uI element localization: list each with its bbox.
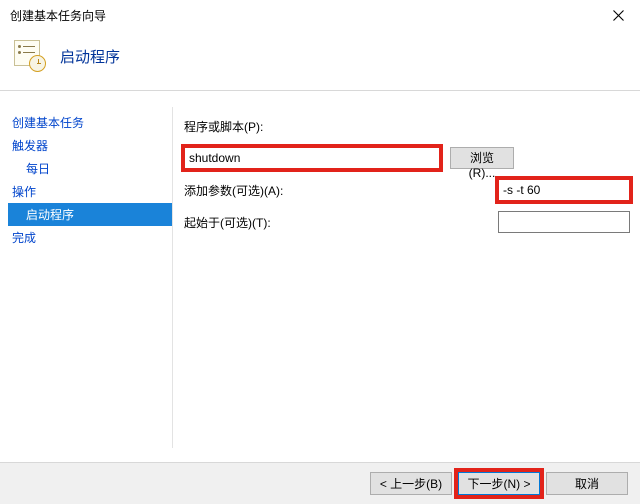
sidebar-item-start-program[interactable]: 启动程序	[8, 203, 172, 226]
sidebar-item-trigger[interactable]: 触发器	[8, 134, 172, 157]
sidebar-item-action[interactable]: 操作	[8, 180, 172, 203]
footer: < 上一步(B) 下一步(N) > 取消	[0, 462, 640, 504]
vertical-divider	[172, 107, 173, 448]
args-input[interactable]	[498, 179, 630, 201]
program-label: 程序或脚本(P):	[184, 118, 292, 135]
args-label: 添加参数(可选)(A):	[184, 182, 292, 199]
close-icon	[613, 10, 624, 21]
sidebar-item-daily[interactable]: 每日	[8, 157, 172, 180]
program-input[interactable]	[184, 147, 440, 169]
content: 创建基本任务 触发器 每日 操作 启动程序 完成 程序或脚本(P): 浏览(R)…	[0, 95, 640, 460]
browse-button[interactable]: 浏览(R)...	[450, 147, 514, 169]
startin-input[interactable]	[498, 211, 630, 233]
sidebar-item-finish[interactable]: 完成	[8, 226, 172, 249]
form-area: 程序或脚本(P): 浏览(R)... 添加参数(可选)(A): 起始于(可选)(…	[184, 111, 630, 239]
close-button[interactable]	[596, 0, 640, 30]
divider	[0, 90, 640, 91]
page-title: 启动程序	[60, 46, 120, 67]
titlebar: 创建基本任务向导	[0, 0, 640, 30]
sidebar-item-create[interactable]: 创建基本任务	[8, 111, 172, 134]
sidebar: 创建基本任务 触发器 每日 操作 启动程序 完成	[0, 95, 172, 249]
cancel-button[interactable]: 取消	[546, 472, 628, 495]
wizard-header: 启动程序	[0, 30, 640, 90]
task-clock-icon	[14, 40, 46, 72]
back-button[interactable]: < 上一步(B)	[370, 472, 452, 495]
startin-label: 起始于(可选)(T):	[184, 214, 292, 231]
window-title: 创建基本任务向导	[10, 7, 106, 24]
next-button[interactable]: 下一步(N) >	[458, 472, 540, 495]
